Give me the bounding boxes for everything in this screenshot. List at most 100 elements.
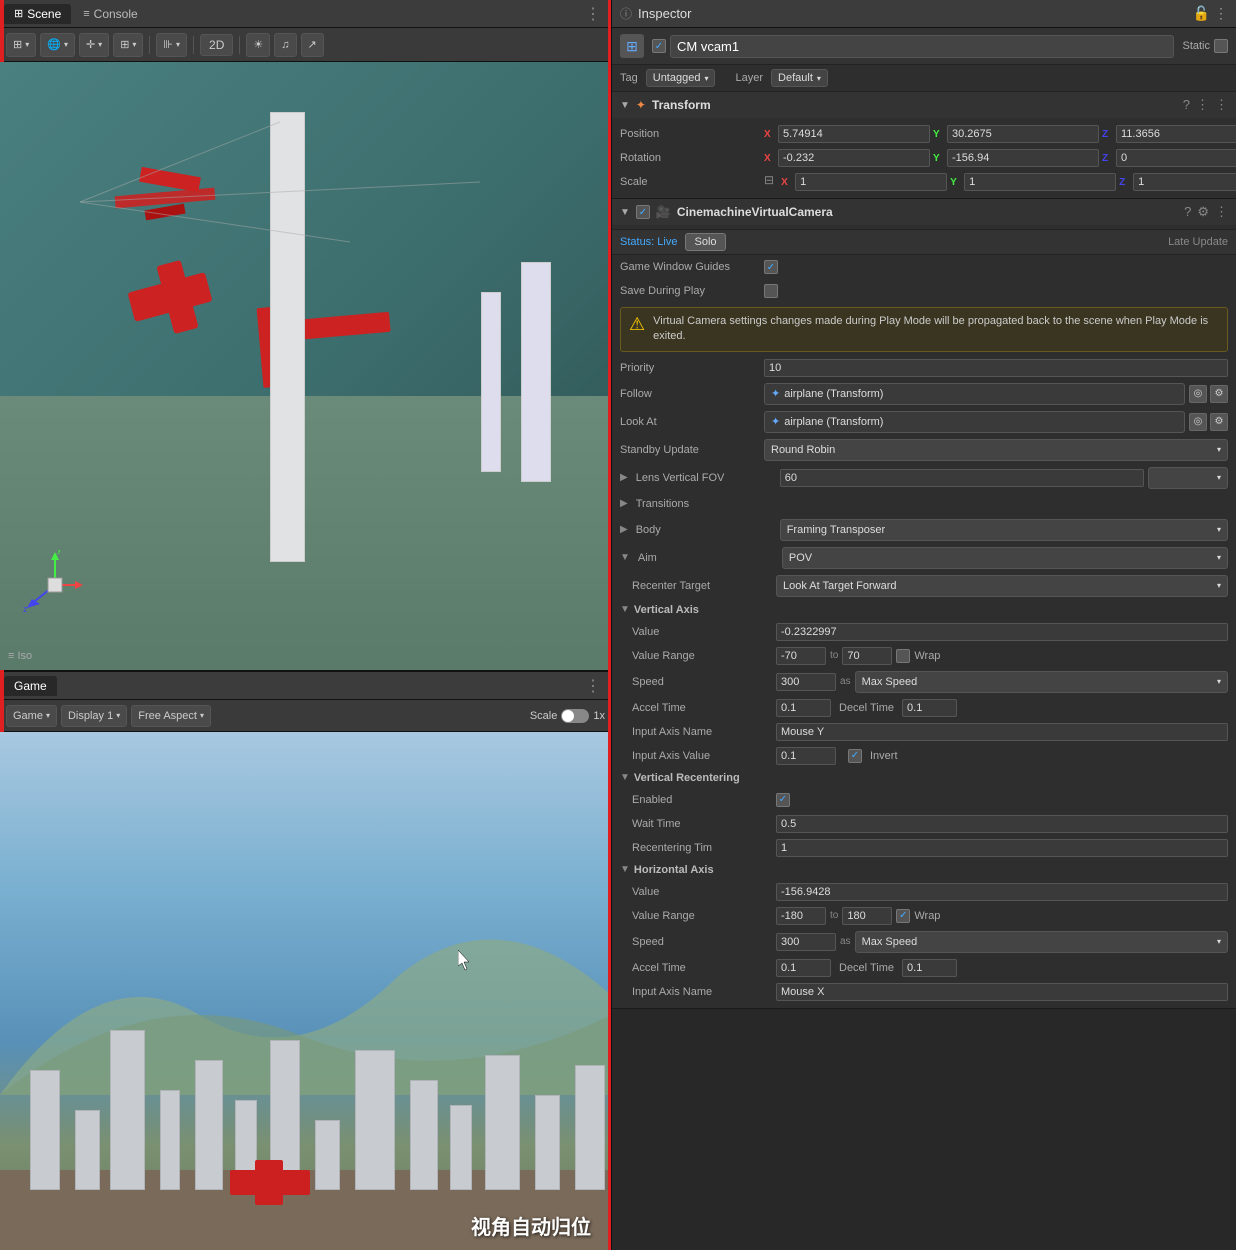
grid-tool-btn[interactable]: 🌐 ▾ xyxy=(40,33,75,57)
h-axis-speed-input[interactable] xyxy=(776,933,836,951)
v-recenter-enabled-checkbox[interactable] xyxy=(776,793,790,807)
transform-settings-icon[interactable]: ⋮ xyxy=(1196,97,1209,113)
v-axis-range-min[interactable] xyxy=(776,647,826,665)
transform-dots-icon[interactable]: ⋮ xyxy=(1215,97,1228,113)
cinemachine-header[interactable]: ▼ 🎥 CinemachineVirtualCamera ? ⚙ ⋮ xyxy=(612,199,1236,225)
gizmos-btn[interactable]: ↗ xyxy=(301,33,324,57)
vertical-axis-content: Value Value Range to Wrap Spee xyxy=(612,620,1236,768)
light-btn[interactable]: ☀ xyxy=(246,33,270,57)
layout-tool-btn[interactable]: ⊞ ▾ xyxy=(113,33,143,57)
lens-fov-dropdown[interactable]: ▾ xyxy=(1148,467,1228,489)
body-arrow[interactable]: ▶ xyxy=(620,524,628,535)
audio-btn[interactable]: ♫ xyxy=(274,33,296,57)
cinemachine-dots-icon[interactable]: ⋮ xyxy=(1215,204,1228,220)
late-update-label: Late Update xyxy=(1168,236,1228,248)
layer-dropdown[interactable]: Default ▾ xyxy=(771,69,828,87)
display1-dropdown[interactable]: Display 1 ▾ xyxy=(61,705,127,727)
cinemachine-settings-icon[interactable]: ⚙ xyxy=(1197,204,1209,220)
game-window-guides-checkbox[interactable] xyxy=(764,260,778,274)
v-axis-range-max[interactable] xyxy=(842,647,892,665)
follow-settings-btn[interactable]: ⚙ xyxy=(1210,385,1228,403)
cinemachine-fields: Status: Live Solo Late Update Game Windo… xyxy=(612,225,1236,1008)
v-axis-speed-type-value: Max Speed xyxy=(862,676,918,688)
body-dropdown[interactable]: Framing Transposer ▾ xyxy=(780,519,1228,541)
tag-dropdown[interactable]: Untagged ▾ xyxy=(646,69,716,87)
look-at-target-btn[interactable]: ◎ xyxy=(1189,413,1207,431)
rot-x-input[interactable] xyxy=(778,149,930,167)
v-axis-input-name-input[interactable] xyxy=(776,723,1228,741)
game-tab-label: Game xyxy=(14,679,47,693)
lens-fov-input[interactable] xyxy=(780,469,1144,487)
scale-y-input[interactable] xyxy=(964,173,1116,191)
cinemachine-help-icon[interactable]: ? xyxy=(1184,204,1191,220)
standby-update-dropdown[interactable]: Round Robin ▾ xyxy=(764,439,1228,461)
v-axis-wrap-checkbox[interactable] xyxy=(896,649,910,663)
lines-tool-btn[interactable]: ⊪ ▾ xyxy=(156,33,187,57)
cinemachine-enable[interactable] xyxy=(636,205,650,219)
v-axis-speed-label: Speed xyxy=(632,676,772,688)
h-axis-wrap-checkbox[interactable] xyxy=(896,909,910,923)
lock-icon[interactable]: 🔓 xyxy=(1193,5,1210,22)
h-axis-decel-input[interactable] xyxy=(902,959,957,977)
static-checkbox[interactable] xyxy=(1214,39,1228,53)
transform-fields: Position X Y Z xyxy=(612,118,1236,198)
recenter-target-dropdown[interactable]: Look At Target Forward ▾ xyxy=(776,575,1228,597)
scene-tab-dots[interactable]: ⋮ xyxy=(579,4,607,24)
snap-tool-btn[interactable]: ✛ ▾ xyxy=(79,33,109,57)
scale-lock-icon[interactable]: ⊟ xyxy=(764,173,774,191)
v-axis-value-input[interactable] xyxy=(776,623,1228,641)
game-display-dropdown[interactable]: Game ▾ xyxy=(6,705,57,727)
h-axis-range-max[interactable] xyxy=(842,907,892,925)
grid-chevron: ▾ xyxy=(64,40,68,49)
scale-toggle[interactable] xyxy=(561,709,589,723)
v-axis-input-value-input[interactable] xyxy=(776,747,836,765)
rot-z-input[interactable] xyxy=(1116,149,1236,167)
h-axis-range-min[interactable] xyxy=(776,907,826,925)
scale-z-input[interactable] xyxy=(1133,173,1236,191)
obj-name-input[interactable] xyxy=(670,35,1174,58)
solo-button[interactable]: Solo xyxy=(685,233,725,251)
transform-header[interactable]: ▼ ✦ Transform ? ⋮ ⋮ xyxy=(612,92,1236,118)
aim-arrow[interactable]: ▼ xyxy=(620,552,630,563)
body-row: ▶ Body Framing Transposer ▾ xyxy=(612,516,1236,544)
transitions-arrow[interactable]: ▶ xyxy=(620,498,628,509)
obj-enable-checkbox[interactable] xyxy=(652,39,666,53)
look-at-settings-btn[interactable]: ⚙ xyxy=(1210,413,1228,431)
h-axis-accel-input[interactable] xyxy=(776,959,831,977)
v-recenter-header[interactable]: ▼ Vertical Recentering xyxy=(612,768,1236,788)
rotation-row: Rotation X Y Z xyxy=(612,146,1236,170)
v-axis-speed-input[interactable] xyxy=(776,673,836,691)
v-recenter-time-input[interactable] xyxy=(776,839,1228,857)
rot-y-input[interactable] xyxy=(947,149,1099,167)
tab-scene[interactable]: ⊞ Scene xyxy=(4,4,71,24)
follow-target-btn[interactable]: ◎ xyxy=(1189,385,1207,403)
scale-x-input[interactable] xyxy=(795,173,947,191)
layout-chevron: ▾ xyxy=(132,40,136,49)
game-tab-dots[interactable]: ⋮ xyxy=(579,676,607,696)
priority-input[interactable] xyxy=(764,359,1228,377)
aspect-dropdown[interactable]: Free Aspect ▾ xyxy=(131,705,211,727)
v-recenter-wait-input[interactable] xyxy=(776,815,1228,833)
btn-2d[interactable]: 2D xyxy=(200,34,233,56)
inspector-dots[interactable]: ⋮ xyxy=(1214,5,1228,22)
h-axis-input-name-input[interactable] xyxy=(776,983,1228,1001)
v-axis-decel-input[interactable] xyxy=(902,699,957,717)
save-during-play-checkbox[interactable] xyxy=(764,284,778,298)
v-axis-value-label: Value xyxy=(632,626,772,638)
pos-y-input[interactable] xyxy=(947,125,1099,143)
transform-tool-btn[interactable]: ⊞ ▾ xyxy=(6,33,36,57)
h-axis-speed-type-dropdown[interactable]: Max Speed ▾ xyxy=(855,931,1228,953)
transform-help-icon[interactable]: ? xyxy=(1183,97,1190,113)
tab-game[interactable]: Game xyxy=(4,676,57,696)
tab-console[interactable]: ≡ Console xyxy=(73,4,147,24)
h-axis-header[interactable]: ▼ Horizontal Axis xyxy=(612,860,1236,880)
v-axis-accel-input[interactable] xyxy=(776,699,831,717)
pos-z-input[interactable] xyxy=(1116,125,1236,143)
aspect-label: Free Aspect xyxy=(138,710,197,722)
aim-dropdown[interactable]: POV ▾ xyxy=(782,547,1228,569)
v-axis-invert-checkbox[interactable] xyxy=(848,749,862,763)
pos-x-input[interactable] xyxy=(778,125,930,143)
h-axis-value-input[interactable] xyxy=(776,883,1228,901)
vertical-axis-header[interactable]: ▼ Vertical Axis xyxy=(612,600,1236,620)
v-axis-speed-type-dropdown[interactable]: Max Speed ▾ xyxy=(855,671,1228,693)
